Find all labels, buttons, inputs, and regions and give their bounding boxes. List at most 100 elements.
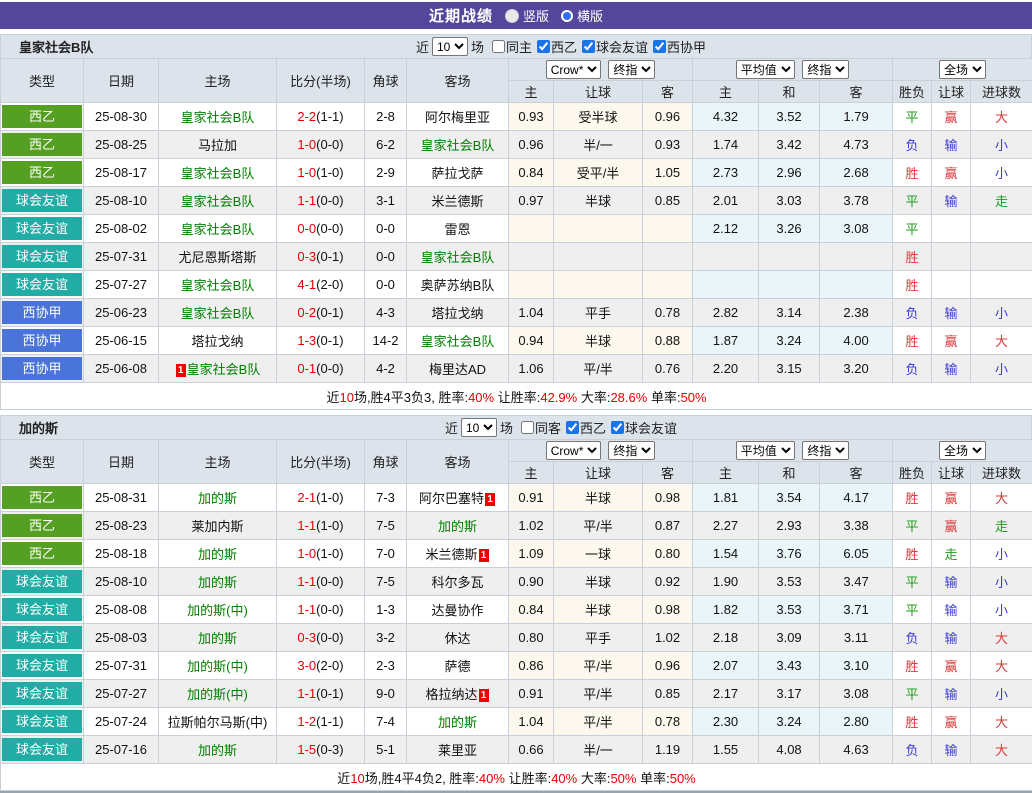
avg-odds-cell: 3.09 <box>759 624 820 652</box>
result-cell: 大 <box>971 736 1032 764</box>
corner-cell: 2-3 <box>365 652 407 680</box>
section-away-team: 加的斯 近 10 场 同客西乙球会友谊 类型 日期 主场 比分(半场) 角 <box>0 415 1032 791</box>
subcol-result-goals: 进球数 <box>971 81 1032 103</box>
checkbox-input[interactable] <box>521 421 534 434</box>
summary-text: 近10场,胜4平4负2, 胜率:40% 让胜率:40% 大率:50% 单率:50… <box>337 771 695 786</box>
date-cell: 25-06-15 <box>84 327 159 355</box>
league-badge: 球会友谊 <box>2 245 82 268</box>
avg-odds-cell: 3.38 <box>820 512 893 540</box>
away-team-cell: 萨德 <box>407 652 509 680</box>
filter-checkbox[interactable]: 同客 <box>521 418 561 437</box>
crow-odds-cell: 受半球 <box>554 103 643 131</box>
filter-checkbox[interactable]: 西协甲 <box>653 37 706 56</box>
league-cell: 球会友谊 <box>1 187 84 215</box>
crow-odds-cell <box>554 215 643 243</box>
date-cell: 25-07-27 <box>84 680 159 708</box>
avg-odds-cell: 4.32 <box>693 103 759 131</box>
team-name: 塔拉戈纳 <box>191 334 243 349</box>
avg-odds-cell: 1.87 <box>693 327 759 355</box>
match-count-select[interactable]: 10 <box>432 37 468 56</box>
col-header-corner: 角球 <box>365 59 407 103</box>
odds-source-select[interactable]: Crow* <box>546 60 601 79</box>
filter-checkbox[interactable]: 球会友谊 <box>611 418 677 437</box>
result-cell: 输 <box>932 187 971 215</box>
crow-odds-cell: 0.78 <box>643 299 693 327</box>
avg-odds-cell: 4.00 <box>820 327 893 355</box>
odds-time-select[interactable]: 终指 <box>608 441 655 460</box>
avg-odds-cell: 2.17 <box>693 680 759 708</box>
checkbox-input[interactable] <box>611 421 624 434</box>
score-cell: 1-0(0-0) <box>277 131 365 159</box>
near-label: 近 <box>445 418 458 437</box>
match-count-select[interactable]: 10 <box>461 418 497 437</box>
crow-odds-cell: 1.02 <box>509 512 554 540</box>
odds-source-select[interactable]: Crow* <box>546 441 601 460</box>
corner-cell: 3-1 <box>365 187 407 215</box>
matches-label: 场 <box>500 418 513 437</box>
checkbox-input[interactable] <box>537 40 550 53</box>
result-cell <box>932 271 971 299</box>
away-team-cell: 萨拉戈萨 <box>407 159 509 187</box>
crow-odds-cell: 0.94 <box>509 327 554 355</box>
date-cell: 25-08-10 <box>84 187 159 215</box>
league-cell: 球会友谊 <box>1 271 84 299</box>
avg-source-select[interactable]: 平均值 <box>736 60 795 79</box>
crow-odds-cell: 平/半 <box>554 652 643 680</box>
crow-odds-cell <box>554 243 643 271</box>
league-badge: 西乙 <box>2 542 82 565</box>
result-cell: 走 <box>971 512 1032 540</box>
avg-odds-cell: 1.54 <box>693 540 759 568</box>
date-cell: 25-08-23 <box>84 512 159 540</box>
team-name: 皇家社会B队 <box>421 334 495 349</box>
crow-odds-cell: 半球 <box>554 596 643 624</box>
league-badge: 西乙 <box>2 161 82 184</box>
team-name: 休达 <box>444 631 470 646</box>
team-name: 加的斯 <box>438 715 477 730</box>
corner-cell: 1-3 <box>365 596 407 624</box>
team-name: 加的斯(中) <box>187 687 248 702</box>
subcol-odds-handicap: 让球 <box>554 81 643 103</box>
avg-odds-cell: 4.63 <box>820 736 893 764</box>
checkbox-input[interactable] <box>653 40 666 53</box>
result-cell: 大 <box>971 708 1032 736</box>
crow-odds-cell <box>509 215 554 243</box>
checkbox-input[interactable] <box>566 421 579 434</box>
checkbox-input[interactable] <box>582 40 595 53</box>
crow-odds-cell: 平/半 <box>554 708 643 736</box>
result-cell: 胜 <box>893 159 932 187</box>
avg-time-select[interactable]: 终指 <box>802 441 849 460</box>
filter-checkbox[interactable]: 西乙 <box>566 418 606 437</box>
layout-radio-vertical[interactable]: 竖版 <box>505 6 549 25</box>
date-cell: 25-08-08 <box>84 596 159 624</box>
result-cell <box>971 271 1032 299</box>
odds-time-select[interactable]: 终指 <box>608 60 655 79</box>
avg-time-select[interactable]: 终指 <box>802 60 849 79</box>
filter-checkbox[interactable]: 球会友谊 <box>582 37 648 56</box>
team-name: 塔拉戈纳 <box>431 306 483 321</box>
radio-selected-icon[interactable] <box>505 9 519 23</box>
home-team-cell: 加的斯(中) <box>159 680 277 708</box>
score-cell: 0-0(0-0) <box>277 215 365 243</box>
filter-checkbox[interactable]: 西乙 <box>537 37 577 56</box>
date-cell: 25-06-23 <box>84 299 159 327</box>
layout-radio-horizontal[interactable]: 横版 <box>561 6 603 25</box>
team-name: 萨德 <box>444 659 470 674</box>
corner-cell: 7-5 <box>365 512 407 540</box>
team-name: 达曼协作 <box>431 603 483 618</box>
scope-select[interactable]: 全场 <box>939 441 986 460</box>
league-cell: 西乙 <box>1 103 84 131</box>
away-team-cell: 加的斯 <box>407 512 509 540</box>
scope-select[interactable]: 全场 <box>939 60 986 79</box>
crow-odds-cell: 0.66 <box>509 736 554 764</box>
corner-cell: 0-0 <box>365 271 407 299</box>
home-team-cell: 加的斯 <box>159 540 277 568</box>
checkbox-input[interactable] <box>492 40 505 53</box>
date-cell: 25-08-30 <box>84 103 159 131</box>
league-cell: 球会友谊 <box>1 736 84 764</box>
avg-odds-cell: 1.74 <box>693 131 759 159</box>
radio-unselected-icon[interactable] <box>561 10 573 22</box>
topbar: 近期战绩 竖版 横版 <box>0 2 1032 29</box>
team-name: 皇家社会B队 <box>181 166 255 181</box>
avg-source-select[interactable]: 平均值 <box>736 441 795 460</box>
filter-checkbox[interactable]: 同主 <box>492 37 532 56</box>
